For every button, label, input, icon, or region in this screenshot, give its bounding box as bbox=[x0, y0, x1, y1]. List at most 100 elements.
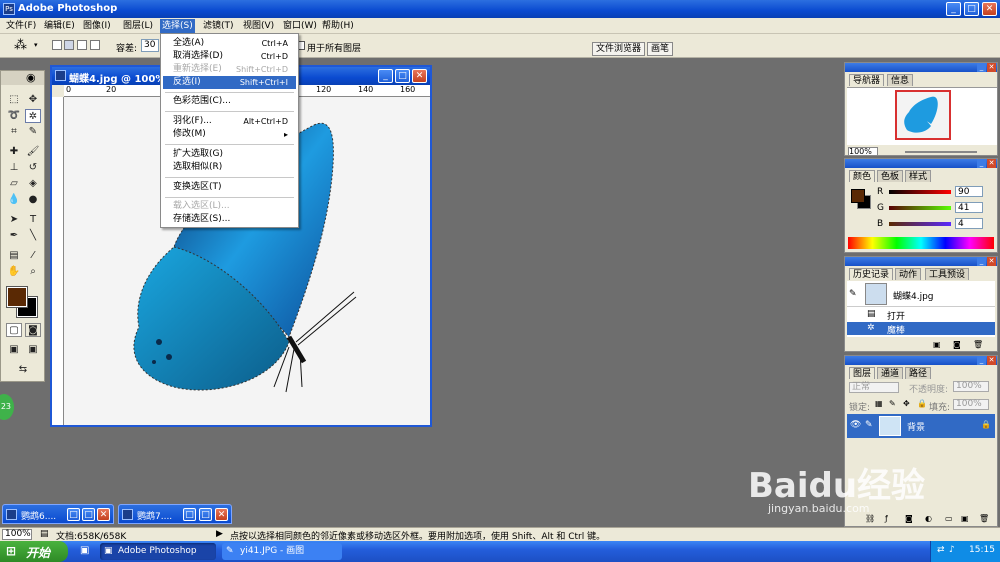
magic-wand-tool-icon[interactable]: ✲ bbox=[25, 109, 41, 123]
g-value[interactable]: 41 bbox=[955, 202, 983, 213]
blend-mode-select[interactable]: 正常 bbox=[849, 382, 899, 393]
history-step-active[interactable]: ✲ 魔棒 bbox=[847, 322, 995, 336]
panel-minimize-icon[interactable]: _ bbox=[977, 356, 986, 365]
menu-color-range[interactable]: 色彩范围(C)... bbox=[163, 95, 296, 108]
side-badge[interactable]: 23 bbox=[0, 394, 14, 420]
tab-styles[interactable]: 样式 bbox=[905, 170, 932, 182]
maximize-button[interactable]: □ bbox=[82, 508, 95, 521]
tab-actions[interactable]: 动作 bbox=[895, 268, 922, 280]
layer-row[interactable]: 👁 ✎ 背景 🔒 bbox=[847, 414, 995, 438]
tab-navigator[interactable]: 导航器 bbox=[849, 74, 885, 86]
tab-color[interactable]: 颜色 bbox=[849, 170, 876, 182]
network-icon[interactable]: ⇄ bbox=[937, 545, 945, 555]
panel-close-icon[interactable]: ✕ bbox=[987, 63, 996, 72]
new-document-icon[interactable]: ▣ bbox=[933, 340, 941, 349]
layer-style-icon[interactable]: ƒ bbox=[885, 514, 888, 523]
panel-minimize-icon[interactable]: _ bbox=[977, 257, 986, 266]
screen-mode-full-icon[interactable]: ▣ bbox=[25, 343, 41, 357]
healing-tool-icon[interactable]: ✚ bbox=[6, 145, 22, 159]
new-group-icon[interactable]: ▭ bbox=[945, 514, 953, 523]
jump-to-imageready-icon[interactable]: ⇆ bbox=[6, 363, 40, 377]
panel-grip[interactable] bbox=[845, 63, 997, 72]
eye-icon[interactable]: ◉ bbox=[26, 71, 36, 84]
restore-button[interactable]: □ bbox=[183, 508, 196, 521]
pen-tool-icon[interactable]: ✒ bbox=[6, 229, 22, 243]
subtract-selection-icon[interactable] bbox=[77, 40, 87, 50]
notes-tool-icon[interactable]: ▤ bbox=[6, 249, 22, 263]
zoom-tool-icon[interactable]: ⌕ bbox=[25, 265, 41, 279]
view-box[interactable] bbox=[895, 90, 951, 140]
move-tool-icon[interactable]: ✥ bbox=[25, 93, 41, 107]
close-button[interactable]: ✕ bbox=[215, 508, 228, 521]
menu-inverse[interactable]: 反选(I) Shift+Ctrl+I bbox=[163, 76, 296, 89]
lock-transparency-icon[interactable]: ▦ bbox=[875, 399, 883, 408]
tolerance-input[interactable]: 30 bbox=[141, 39, 159, 52]
clock[interactable]: 15:15 bbox=[969, 545, 995, 555]
stamp-tool-icon[interactable]: ⊥ bbox=[6, 161, 22, 175]
eyedropper-tool-icon[interactable]: ⁄ bbox=[25, 249, 41, 263]
menu-select[interactable]: 选择(S) bbox=[160, 19, 195, 33]
shape-tool-icon[interactable]: ╲ bbox=[25, 229, 41, 243]
minimize-button[interactable]: _ bbox=[946, 2, 961, 16]
tab-channels[interactable]: 通道 bbox=[877, 367, 904, 379]
paint-bucket-tool-icon[interactable]: ◈ bbox=[25, 177, 41, 191]
zoom-slider[interactable] bbox=[905, 151, 977, 153]
menu-select-all[interactable]: 全选(A) Ctrl+A bbox=[163, 37, 296, 50]
brush-source-icon[interactable]: ✎ bbox=[849, 289, 857, 299]
history-brush-tool-icon[interactable]: ↺ bbox=[25, 161, 41, 175]
screen-mode-standard-icon[interactable]: ▣ bbox=[6, 343, 22, 357]
eraser-tool-icon[interactable]: ▱ bbox=[6, 177, 22, 191]
marquee-tool-icon[interactable]: ⬚ bbox=[6, 93, 22, 107]
type-tool-icon[interactable]: T bbox=[25, 213, 41, 227]
minimized-window-2[interactable]: 鹦鹉7.... □ □ ✕ bbox=[118, 504, 232, 524]
add-selection-icon[interactable] bbox=[64, 40, 74, 50]
quick-mask-icon[interactable]: ◙ bbox=[25, 323, 41, 337]
foreground-color-swatch[interactable] bbox=[6, 286, 28, 308]
tab-tool-presets[interactable]: 工具预设 bbox=[925, 268, 970, 280]
doc-close-button[interactable]: ✕ bbox=[412, 69, 427, 83]
doc-minimize-button[interactable]: _ bbox=[378, 69, 393, 83]
show-desktop-icon[interactable]: ▣ bbox=[80, 545, 89, 556]
tab-info[interactable]: 信息 bbox=[887, 74, 914, 86]
delete-layer-icon[interactable]: 🗑 bbox=[979, 514, 989, 523]
menu-layer[interactable]: 图层(L) bbox=[121, 19, 155, 33]
status-arrow-icon[interactable]: ▶ bbox=[216, 529, 223, 539]
taskbar-photoshop[interactable]: ▣ Adobe Photoshop bbox=[100, 543, 216, 560]
hand-tool-icon[interactable]: ✋ bbox=[6, 265, 22, 279]
trash-icon[interactable]: 🗑 bbox=[973, 340, 983, 349]
g-slider[interactable] bbox=[889, 206, 951, 210]
tab-paths[interactable]: 路径 bbox=[905, 367, 932, 379]
history-step[interactable]: ▤ 打开 bbox=[847, 308, 995, 322]
menu-image[interactable]: 图像(I) bbox=[81, 19, 113, 33]
menu-file[interactable]: 文件(F) bbox=[4, 19, 38, 33]
b-slider[interactable] bbox=[889, 222, 951, 226]
menu-deselect[interactable]: 取消选择(D) Ctrl+D bbox=[163, 50, 296, 63]
menu-window[interactable]: 窗口(W) bbox=[281, 19, 319, 33]
menu-grow[interactable]: 扩大选取(G) bbox=[163, 148, 296, 161]
spectrum-bar[interactable] bbox=[848, 237, 994, 249]
start-button[interactable]: ⊞ 开始 bbox=[0, 541, 68, 562]
menu-transform-selection[interactable]: 变换选区(T) bbox=[163, 181, 296, 194]
volume-icon[interactable]: ♪ bbox=[949, 545, 955, 555]
panel-grip[interactable] bbox=[845, 257, 997, 266]
menu-filter[interactable]: 滤镜(T) bbox=[201, 19, 236, 33]
new-layer-icon[interactable]: ▣ bbox=[961, 514, 969, 523]
dodge-tool-icon[interactable]: ● bbox=[25, 193, 41, 207]
menu-feather[interactable]: 羽化(F)... Alt+Ctrl+D bbox=[163, 115, 296, 128]
lock-position-icon[interactable]: ✥ bbox=[903, 399, 910, 408]
restore-button[interactable]: □ bbox=[67, 508, 80, 521]
maximize-button[interactable]: □ bbox=[199, 508, 212, 521]
panel-close-icon[interactable]: ✕ bbox=[987, 159, 996, 168]
brush-tool-icon[interactable]: 🖌 bbox=[25, 145, 41, 159]
menu-view[interactable]: 视图(V) bbox=[241, 19, 276, 33]
magic-wand-icon[interactable]: ⁂ bbox=[14, 38, 27, 53]
new-selection-icon[interactable] bbox=[52, 40, 62, 50]
r-slider[interactable] bbox=[889, 190, 951, 194]
panel-grip[interactable] bbox=[845, 159, 997, 168]
path-select-tool-icon[interactable]: ➤ bbox=[6, 213, 22, 227]
status-zoom-field[interactable]: 100% bbox=[2, 529, 32, 540]
minimized-window-1[interactable]: 鹦鹉6.... □ □ ✕ bbox=[2, 504, 114, 524]
tab-layers[interactable]: 图层 bbox=[849, 367, 876, 379]
tab-history[interactable]: 历史记录 bbox=[849, 268, 894, 280]
history-snapshot[interactable]: ✎ 蝴蝶4.jpg bbox=[847, 281, 995, 307]
